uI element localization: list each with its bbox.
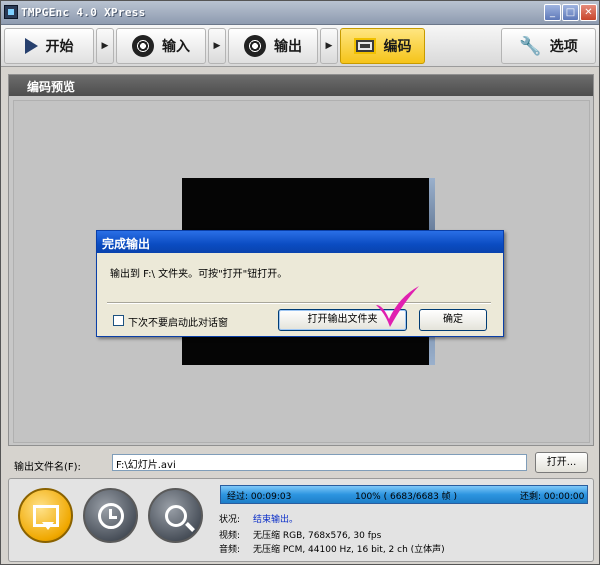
audio-value: 无压缩 PCM, 44100 Hz, 16 bit, 2 ch (立体声) — [253, 545, 445, 555]
output-filename-field[interactable]: F:\幻灯片.avi — [112, 454, 527, 471]
preview-button[interactable] — [148, 488, 203, 543]
arrow-icon: ▶ — [96, 28, 114, 64]
encode-progress-bar: 经过: 00:09:03 100% ( 6683/6683 帧 ) 还剩: 00… — [220, 485, 588, 504]
film-strip-icon — [353, 38, 376, 54]
status-panel: 经过: 00:09:03 100% ( 6683/6683 帧 ) 还剩: 00… — [8, 478, 594, 562]
clock-icon — [97, 502, 124, 529]
start-label: 开始 — [45, 39, 74, 55]
output-button[interactable]: 输出 — [228, 28, 318, 64]
encode-button[interactable]: 编码 — [340, 28, 425, 64]
output-complete-dialog: 完成输出 输出到 F:\ 文件夹。可按"打开"钮打开。 下次不要启动此对话窗 打… — [96, 230, 504, 337]
encode-label: 编码 — [383, 39, 412, 55]
options-label: 选项 — [549, 39, 578, 55]
audio-label: 音频: — [219, 545, 241, 555]
magnifier-icon — [164, 504, 187, 527]
window-title: TMPGEnc 4.0 XPress — [21, 6, 146, 19]
video-value: 无压缩 RGB, 768x576, 30 fps — [253, 531, 382, 541]
checkmark-icon — [376, 286, 419, 327]
wrench-icon: 🔧 — [519, 35, 542, 57]
film-reel-icon — [244, 35, 266, 57]
progress-percent: 100% ( 6683/6683 帧 ) — [355, 492, 458, 502]
arrow-icon: ▶ — [208, 28, 226, 64]
output-label: 输出 — [274, 39, 302, 55]
ok-button[interactable]: 确定 — [419, 309, 487, 331]
dialog-separator — [107, 302, 491, 304]
panel-title: 编码预览 — [9, 75, 593, 96]
dialog-message: 输出到 F:\ 文件夹。可按"打开"钮打开。 — [110, 269, 288, 280]
film-download-icon — [32, 504, 59, 530]
remaining-time: 还剩: 00:00:00 — [520, 492, 585, 502]
play-icon — [24, 38, 38, 54]
close-button[interactable]: ✕ — [580, 4, 597, 21]
input-label: 输入 — [162, 39, 190, 55]
main-toolbar: 开始 ▶ 输入 ▶ 输出 ▶ 编码 🔧 选项 — [1, 25, 599, 67]
app-window: TMPGEnc 4.0 XPress _ □ ✕ 开始 ▶ 输入 ▶ 输出 ▶ … — [0, 0, 600, 565]
title-bar[interactable]: TMPGEnc 4.0 XPress _ □ ✕ — [1, 1, 599, 25]
open-file-button[interactable]: 打开... — [535, 452, 588, 473]
timer-button[interactable] — [83, 488, 138, 543]
state-value: 结束输出。 — [253, 515, 299, 525]
dont-show-label[interactable]: 下次不要启动此对话窗 — [128, 314, 228, 329]
app-icon — [4, 5, 18, 19]
dialog-title[interactable]: 完成输出 — [97, 231, 503, 253]
encode-start-button[interactable] — [18, 488, 73, 543]
dont-show-checkbox[interactable] — [113, 315, 124, 326]
elapsed-time: 经过: 00:09:03 — [227, 492, 292, 502]
arrow-icon: ▶ — [320, 28, 338, 64]
start-button[interactable]: 开始 — [4, 28, 94, 64]
maximize-button[interactable]: □ — [562, 4, 579, 21]
audio-row: 音频: 无压缩 PCM, 44100 Hz, 16 bit, 2 ch (立体声… — [219, 542, 445, 555]
output-filename-label: 输出文件名(F): — [14, 462, 81, 473]
options-button[interactable]: 🔧 选项 — [501, 28, 596, 64]
video-row: 视频: 无压缩 RGB, 768x576, 30 fps — [219, 528, 381, 541]
state-row: 状况: 结束输出。 — [219, 512, 298, 525]
video-label: 视频: — [219, 531, 241, 541]
input-button[interactable]: 输入 — [116, 28, 206, 64]
minimize-button[interactable]: _ — [544, 4, 561, 21]
film-reel-icon — [132, 35, 154, 57]
state-label: 状况: — [219, 515, 241, 525]
